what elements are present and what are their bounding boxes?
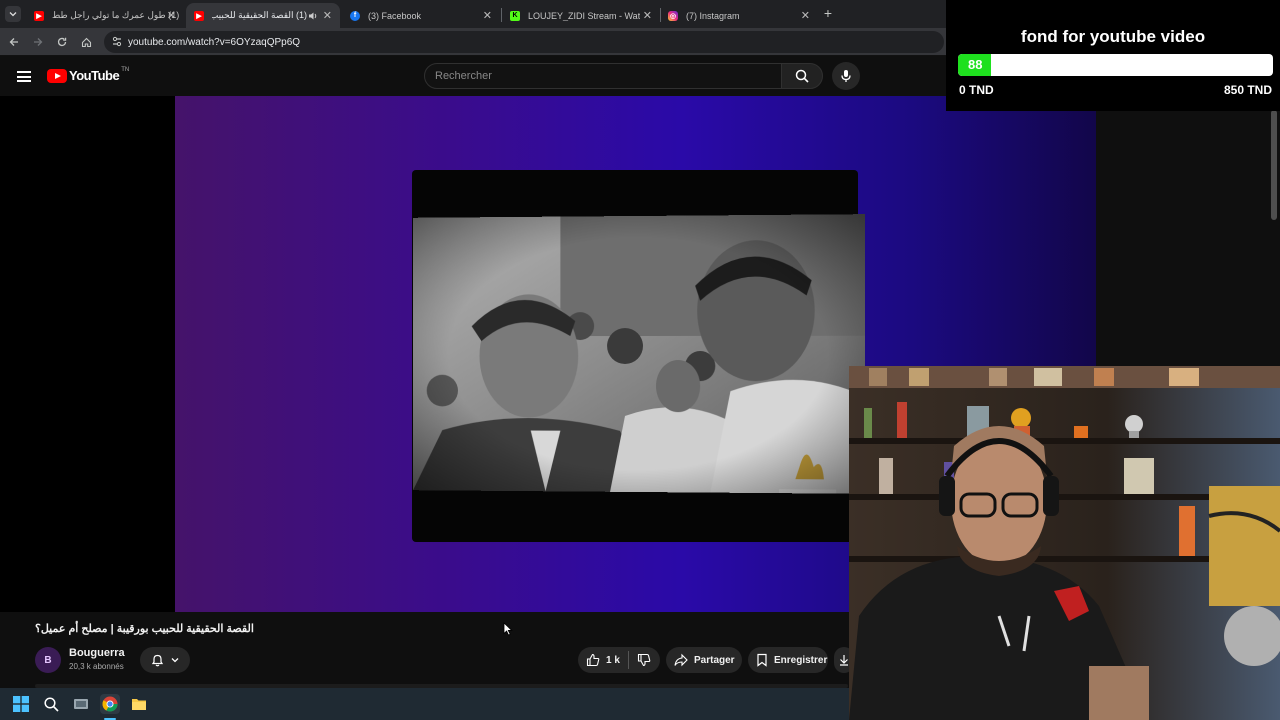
tab-title: LOUJEY_ZIDI Stream - Watch Li xyxy=(528,10,640,21)
tab-title: (1) القصة الحقيقية للحبيب بو xyxy=(212,10,307,20)
browser-tab-1[interactable]: ▶ (1) طول عمرك ما تولي راجل طط ✕ xyxy=(26,3,184,28)
task-view-button[interactable] xyxy=(71,694,91,714)
tab-title: (7) Instagram xyxy=(686,10,740,21)
search-placeholder: Rechercher xyxy=(435,70,492,82)
youtube-play-icon xyxy=(47,68,67,83)
webcam-feed xyxy=(849,366,1280,720)
home-button[interactable] xyxy=(78,34,94,50)
search-icon xyxy=(795,69,809,83)
search-icon xyxy=(43,696,59,712)
tab-title: (1) طول عمرك ما تولي راجل طط xyxy=(52,10,180,20)
forward-button[interactable] xyxy=(30,34,46,50)
file-explorer-button[interactable] xyxy=(129,694,149,714)
mouse-cursor xyxy=(503,622,513,641)
windows-icon xyxy=(13,696,29,712)
microphone-icon xyxy=(841,70,851,82)
voice-search-button[interactable] xyxy=(832,62,860,90)
like-dislike-group: 1 k xyxy=(578,647,660,673)
subscriber-count: 20,3 k abonnés xyxy=(69,662,124,671)
close-icon[interactable]: ✕ xyxy=(801,9,810,22)
close-icon[interactable]: ✕ xyxy=(483,9,492,22)
share-button[interactable]: Partager xyxy=(666,647,742,673)
save-button[interactable]: Enregistrer xyxy=(748,647,828,673)
start-button[interactable] xyxy=(11,694,31,714)
bookmark-icon xyxy=(757,653,767,667)
chevron-down-icon xyxy=(9,12,17,17)
search-input[interactable]: Rechercher xyxy=(424,63,782,89)
tab-search-button[interactable] xyxy=(5,6,21,22)
donation-goal-overlay: fond for youtube video 88 0 TND 850 TND xyxy=(946,0,1280,111)
video-title: القصة الحقيقية للحبيب بورقيبة | مصلح أم … xyxy=(35,623,254,635)
avatar-letter: B xyxy=(44,654,52,666)
thumbs-down-icon xyxy=(637,653,651,667)
reload-button[interactable] xyxy=(54,34,70,50)
download-icon xyxy=(840,655,848,666)
page-scrollbar[interactable] xyxy=(1268,96,1280,366)
archival-footage xyxy=(413,214,865,494)
taskbar-search-button[interactable] xyxy=(41,694,61,714)
chrome-icon xyxy=(102,696,118,712)
plus-icon: + xyxy=(823,5,833,21)
thumbs-up-icon xyxy=(586,653,600,667)
folder-icon xyxy=(132,699,146,710)
menu-icon[interactable] xyxy=(17,71,31,82)
arrow-right-icon xyxy=(34,38,43,46)
save-label: Enregistrer xyxy=(774,654,828,666)
chrome-taskbar-button[interactable] xyxy=(100,694,120,714)
tab-title: (3) Facebook xyxy=(368,10,422,21)
dislike-button[interactable] xyxy=(637,653,651,667)
goal-max-label: 850 TND xyxy=(1223,83,1272,97)
browser-tab-5[interactable]: ◎ (7) Instagram ✕ xyxy=(660,3,818,28)
home-icon xyxy=(81,37,91,47)
instagram-icon: ◎ xyxy=(668,10,678,21)
divider xyxy=(627,651,629,669)
close-icon[interactable]: ✕ xyxy=(167,9,176,22)
video-info: القصة الحقيقية للحبيب بورقيبة | مصلح أم … xyxy=(0,612,854,688)
like-count: 1 k xyxy=(606,654,620,666)
logo-text: YouTube xyxy=(69,68,120,83)
windows-taskbar xyxy=(0,688,849,720)
youtube-icon: ▶ xyxy=(194,10,204,21)
goal-min-label: 0 TND xyxy=(959,83,994,97)
search-button[interactable] xyxy=(781,63,823,89)
share-label: Partager xyxy=(694,654,735,666)
new-tab-button[interactable]: + xyxy=(820,5,836,21)
close-icon[interactable]: ✕ xyxy=(643,9,652,22)
browser-tab-2[interactable]: ▶ (1) القصة الحقيقية للحبيب بو ✕ xyxy=(186,3,340,28)
goal-current-value: 88 xyxy=(968,57,983,72)
back-button[interactable] xyxy=(6,34,22,50)
channel-name[interactable]: Bouguerra xyxy=(69,647,125,659)
arrow-left-icon xyxy=(9,38,18,46)
site-info-icon[interactable] xyxy=(112,36,122,48)
youtube-icon: ▶ xyxy=(34,10,44,21)
youtube-header: YouTube TN Rechercher xyxy=(0,56,946,96)
goal-progress-bar: 88 xyxy=(958,54,1273,76)
close-icon[interactable]: ✕ xyxy=(323,9,332,22)
goal-title: fond for youtube video xyxy=(1020,27,1206,46)
logo-country: TN xyxy=(121,66,130,73)
facebook-icon: f xyxy=(350,10,360,21)
reload-icon xyxy=(57,37,67,47)
speaker-icon[interactable] xyxy=(308,11,318,21)
url-text: youtube.com/watch?v=6OYzaqQPp6Q xyxy=(128,36,301,48)
address-bar[interactable]: youtube.com/watch?v=6OYzaqQPp6Q xyxy=(104,31,944,53)
bell-icon xyxy=(151,654,163,667)
chevron-down-icon xyxy=(171,658,178,663)
like-button[interactable]: 1 k xyxy=(578,653,620,667)
kick-icon: K xyxy=(510,10,520,21)
scrollbar-thumb[interactable] xyxy=(1271,110,1277,220)
share-icon xyxy=(674,653,688,667)
cursor-icon xyxy=(503,622,513,636)
browser-tab-3[interactable]: f (3) Facebook ✕ xyxy=(342,3,500,28)
task-view-icon xyxy=(74,699,88,709)
notification-button[interactable] xyxy=(140,647,190,673)
browser-tab-4[interactable]: K LOUJEY_ZIDI Stream - Watch Li ✕ xyxy=(502,3,660,28)
avatar[interactable]: B xyxy=(35,647,61,673)
youtube-logo[interactable]: YouTube TN xyxy=(47,66,130,83)
